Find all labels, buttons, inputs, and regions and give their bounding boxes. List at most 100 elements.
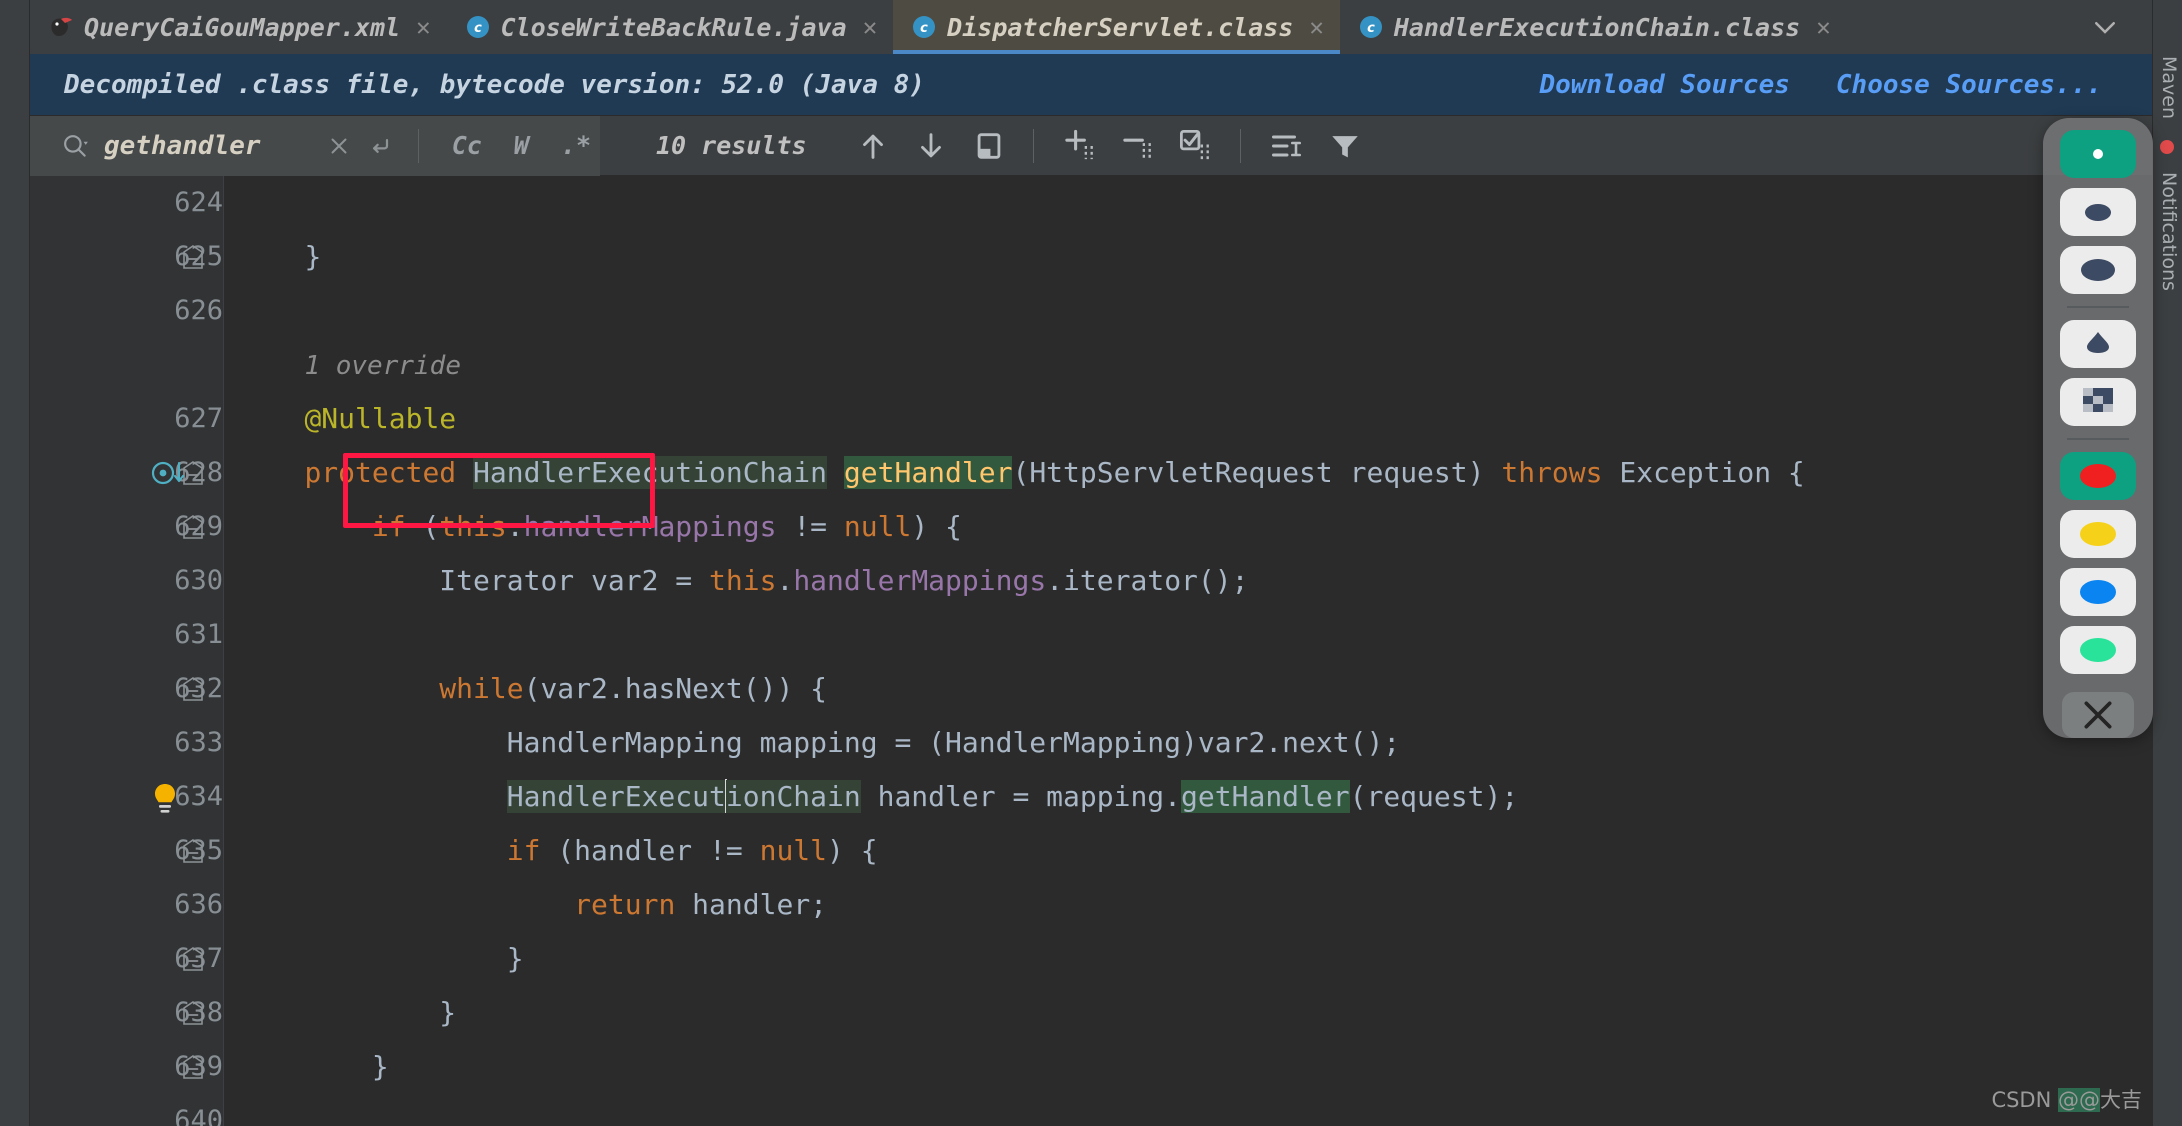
new-line-button[interactable] [1263,122,1311,170]
gutter-line[interactable]: 635 [30,824,223,878]
next-occurrence-button[interactable] [907,122,955,170]
code-token: return [574,888,693,921]
editor-tab-3[interactable]: c HandlerExecutionChain.class ✕ [1340,0,1847,54]
code-line[interactable]: Iterator var2 = this.handlerMappings.ite… [223,554,2182,608]
watermark-suffix: 大吉 [2100,1088,2142,1112]
pen-tool[interactable] [2060,130,2136,179]
gutter-line[interactable]: 628 [30,446,223,500]
gutter-line[interactable]: 636 [30,878,223,932]
color-red[interactable] [2060,451,2136,500]
notifications-tool-label[interactable]: Notifications [2158,172,2180,291]
fold-marker-icon[interactable] [180,514,206,540]
fold-marker-icon[interactable] [180,1054,206,1080]
editor-tab-bar: QueryCaiGouMapper.xml ✕ c CloseWriteBackRul… [0,0,2182,54]
gutter-line[interactable]: 639 [30,1040,223,1094]
editor-tab-1[interactable]: c CloseWriteBackRule.java ✕ [447,0,894,54]
code-line[interactable]: return handler; [223,878,2182,932]
code-line[interactable]: if (this.handlerMappings != null) { [223,500,2182,554]
right-tool-rail: Maven Notifications [2152,0,2182,1126]
line-number: 629 [174,511,223,542]
code-line[interactable]: if (handler != null) { [223,824,2182,878]
open-in-find-window-button[interactable] [965,122,1013,170]
fold-marker-icon[interactable] [180,676,206,702]
code-line[interactable]: while(var2.hasNext()) { [223,662,2182,716]
code-line[interactable]: HandlerExecutionChain handler = mapping.… [223,770,2182,824]
gutter-line[interactable]: 632 [30,662,223,716]
fold-marker-icon[interactable] [180,838,206,864]
code-token: != [776,510,844,543]
close-annotation-toolbar-button[interactable] [2062,691,2134,738]
code-line[interactable]: } [223,932,2182,986]
close-icon[interactable]: ✕ [1309,15,1323,39]
code-line[interactable]: 1 override [223,338,2182,392]
code-line[interactable] [223,176,2182,230]
gutter-line[interactable]: 624 [30,176,223,230]
code-line[interactable]: } [223,230,2182,284]
regex-option[interactable]: .* [552,131,600,160]
chevron-down-icon[interactable] [2082,0,2128,54]
inlay-hint[interactable]: 1 override [304,351,461,381]
multiline-search-icon[interactable] [366,132,394,160]
maven-tool-label[interactable]: Maven [2158,56,2180,119]
clear-search-icon[interactable] [326,133,352,159]
intention-bulb-icon[interactable] [148,780,188,816]
match-case-option[interactable]: Cc [443,131,491,160]
editor-tab-2[interactable]: c DispatcherServlet.class ✕ [893,0,1340,54]
color-blue[interactable] [2060,567,2136,616]
code-line[interactable] [223,608,2182,662]
marker-tool[interactable] [2060,319,2136,368]
editor-gutter[interactable]: 624 625 626 627 628 629 630 631 632 633 634 635 636 6… [30,176,223,1126]
search-input[interactable]: gethandler [104,131,312,161]
previous-occurrence-button[interactable] [849,122,897,170]
filter-button[interactable] [1321,122,1369,170]
close-icon[interactable]: ✕ [863,15,877,39]
add-selection-button[interactable] [1056,122,1104,170]
code-line[interactable]: } [223,1040,2182,1094]
gutter-line[interactable]: 631 [30,608,223,662]
line-number: 625 [174,241,223,272]
editor-tab-0[interactable]: QueryCaiGouMapper.xml ✕ [30,0,447,54]
gutter-line[interactable]: 640 [30,1094,223,1126]
gutter-line[interactable]: 638 [30,986,223,1040]
code-editor[interactable]: 624 625 626 627 628 629 630 631 632 633 634 635 636 6… [30,176,2182,1126]
close-icon[interactable]: ✕ [416,15,430,39]
choose-sources-link[interactable]: Choose Sources... [1836,70,2102,100]
close-icon[interactable]: ✕ [1816,15,1830,39]
select-all-occurrences-button[interactable] [1172,122,1220,170]
search-icon[interactable] [60,131,90,161]
code-line[interactable] [223,284,2182,338]
gutter-line[interactable]: 630 [30,554,223,608]
remove-selection-button[interactable] [1114,122,1162,170]
color-yellow[interactable] [2060,509,2136,558]
mosaic-tool[interactable] [2060,377,2136,426]
code-token: null [843,510,912,543]
marker-tool-icon [2083,327,2113,361]
large-brush-tool[interactable] [2060,246,2136,295]
small-brush-tool[interactable] [2060,188,2136,237]
gutter-line[interactable]: 626 [30,284,223,338]
code-content[interactable]: } 1 override @Nullable protected Handler… [223,176,2182,1126]
fold-marker-icon[interactable] [180,244,206,270]
fold-marker-icon[interactable] [180,946,206,972]
code-line[interactable]: HandlerMapping mapping = (HandlerMapping… [223,716,2182,770]
code-line[interactable]: } [223,986,2182,1040]
gutter-line[interactable]: 629 [30,500,223,554]
gutter-line[interactable]: 625 [30,230,223,284]
gutter-line[interactable]: 627 [30,392,223,446]
words-option[interactable]: W [505,131,538,160]
code-line[interactable]: @Nullable [223,392,2182,446]
gutter-line[interactable] [30,338,223,392]
search-field-container[interactable]: gethandler Cc W .* [30,115,600,176]
fold-marker-icon[interactable] [180,1000,206,1026]
gutter-line[interactable]: 634 [30,770,223,824]
code-line[interactable] [223,1094,2182,1126]
gutter-line[interactable]: 637 [30,932,223,986]
color-green[interactable] [2060,625,2136,674]
override-marker-icon[interactable] [150,456,190,492]
code-line[interactable]: protected HandlerExecutionChain getHandl… [223,446,2182,500]
gutter-line[interactable]: 633 [30,716,223,770]
ide-window: QueryCaiGouMapper.xml ✕ c CloseWriteBackRul… [0,0,2182,1126]
download-sources-link[interactable]: Download Sources [1539,70,1789,100]
